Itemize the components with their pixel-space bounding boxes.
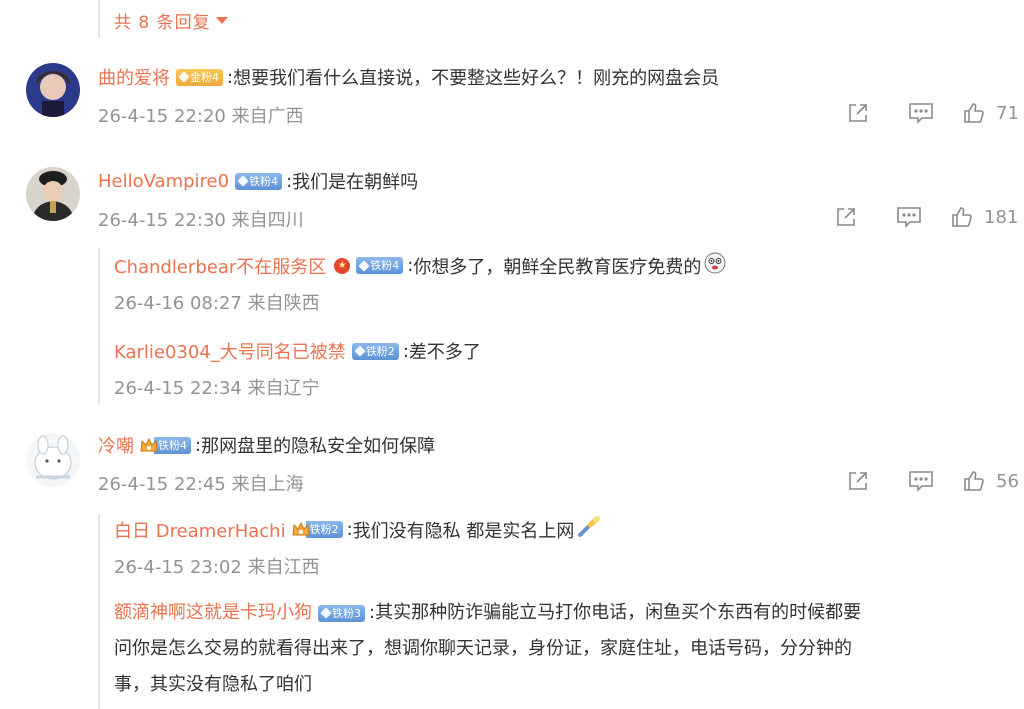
crown-icon <box>292 521 310 538</box>
fan-badge[interactable]: 铁粉4 <box>154 436 191 454</box>
comment-button[interactable] <box>908 469 934 493</box>
share-button[interactable] <box>846 469 870 493</box>
fan-badge[interactable]: 铁粉2 <box>305 521 343 538</box>
share-button[interactable] <box>846 101 870 125</box>
comment-username[interactable]: HelloVampire0 <box>98 171 229 192</box>
reply-text: 我们没有隐私 都是实名上网 <box>352 520 575 542</box>
like-icon <box>964 471 984 491</box>
like-button[interactable]: 56 <box>962 469 1019 493</box>
share-icon <box>849 472 867 490</box>
reply-thread-line <box>98 0 100 38</box>
reply-username[interactable]: Chandlerbear不在服务区 <box>114 253 326 279</box>
comment-username[interactable]: 曲的爱将 <box>98 64 170 90</box>
crown-icon <box>140 437 158 454</box>
comment-meta: 26-4-15 22:20 来自广西 <box>98 106 304 127</box>
reply-thread-line <box>98 248 100 404</box>
like-button[interactable]: 71 <box>962 101 1019 125</box>
more-replies-label: 共 8 条回复 <box>114 13 211 33</box>
fan-badge[interactable]: 铁粉4 <box>235 172 283 190</box>
reply-thread-line <box>98 514 100 709</box>
fan-badge[interactable]: 铁粉4 <box>356 257 404 274</box>
comment-meta: 26-4-15 22:45 来自上海 <box>98 474 304 495</box>
reply-text: 差不多了 <box>408 342 481 363</box>
avatar[interactable] <box>26 63 80 117</box>
like-count: 56 <box>996 470 1019 492</box>
fan-badge[interactable]: 金粉4 <box>176 68 223 86</box>
fan-badge-label: 金粉4 <box>190 70 219 84</box>
avatar[interactable] <box>26 167 80 221</box>
caret-down-icon <box>215 17 228 24</box>
reply-username[interactable]: Karlie0304_大号同名已被禁 <box>114 338 346 364</box>
comment-button[interactable] <box>908 101 934 125</box>
comment-text: 想要我们看什么直接说，不要整这些好么？！刚充的网盘会员 <box>233 68 720 89</box>
fan-badge[interactable]: 铁粉2 <box>351 342 399 360</box>
fan-badge-label: 铁粉4 <box>249 174 279 188</box>
reply-meta: 26-4-15 22:34 来自辽宁 <box>114 378 320 399</box>
emoji-icon <box>704 252 726 279</box>
comment-button[interactable] <box>896 205 922 229</box>
reply-text-line-3: 事，其实没有隐私了咱们 <box>114 674 312 695</box>
like-count: 71 <box>996 102 1019 124</box>
reply-username[interactable]: 白日 DreamerHachi <box>114 517 286 543</box>
like-button[interactable]: 181 <box>950 205 1018 229</box>
reply-text: 你想多了，朝鲜全民教育医疗免费的 <box>413 256 702 278</box>
comment-icon <box>909 103 933 124</box>
comment-text: 我们是在朝鲜吗 <box>292 172 419 193</box>
share-button[interactable] <box>834 205 858 229</box>
fan-badge-label: 铁粉2 <box>309 523 339 536</box>
comment-icon <box>909 471 933 492</box>
share-icon <box>849 104 867 122</box>
reply-meta: 26-4-16 08:27 来自陕西 <box>114 293 320 314</box>
fan-badge-label: 铁粉3 <box>332 606 361 620</box>
fan-badge[interactable]: 铁粉3 <box>318 604 365 622</box>
fan-badge-label: 铁粉4 <box>370 259 400 272</box>
comment-icon <box>897 207 921 228</box>
comment-meta: 26-4-15 22:30 来自四川 <box>98 210 304 231</box>
fan-badge-label: 铁粉4 <box>158 438 187 452</box>
like-icon <box>952 207 972 227</box>
avatar[interactable] <box>26 433 80 487</box>
reply-text-line-1: 其实那种防诈骗能立马打你电话，闲鱼买个东西有的时候都要 <box>375 602 862 623</box>
like-icon <box>964 103 984 123</box>
comment-username[interactable]: 冷嘲 <box>98 432 134 458</box>
share-icon <box>837 208 855 226</box>
fan-badge-label: 铁粉2 <box>365 344 395 358</box>
vip-icon <box>334 257 351 274</box>
like-count: 181 <box>984 206 1019 228</box>
emoji-icon <box>577 516 601 543</box>
reply-text-line-2: 问你是怎么交易的就看得出来了，想调你聊天记录，身份证，家庭住址，电话号码，分分钟… <box>114 638 852 659</box>
reply-meta: 26-4-15 23:02 来自江西 <box>114 557 320 578</box>
comment-text: 那网盘里的隐私安全如何保障 <box>201 436 436 457</box>
reply-username[interactable]: 额滴神啊这就是卡玛小狗 <box>114 595 312 631</box>
more-replies-link[interactable]: 共 8 条回复 <box>114 8 228 33</box>
